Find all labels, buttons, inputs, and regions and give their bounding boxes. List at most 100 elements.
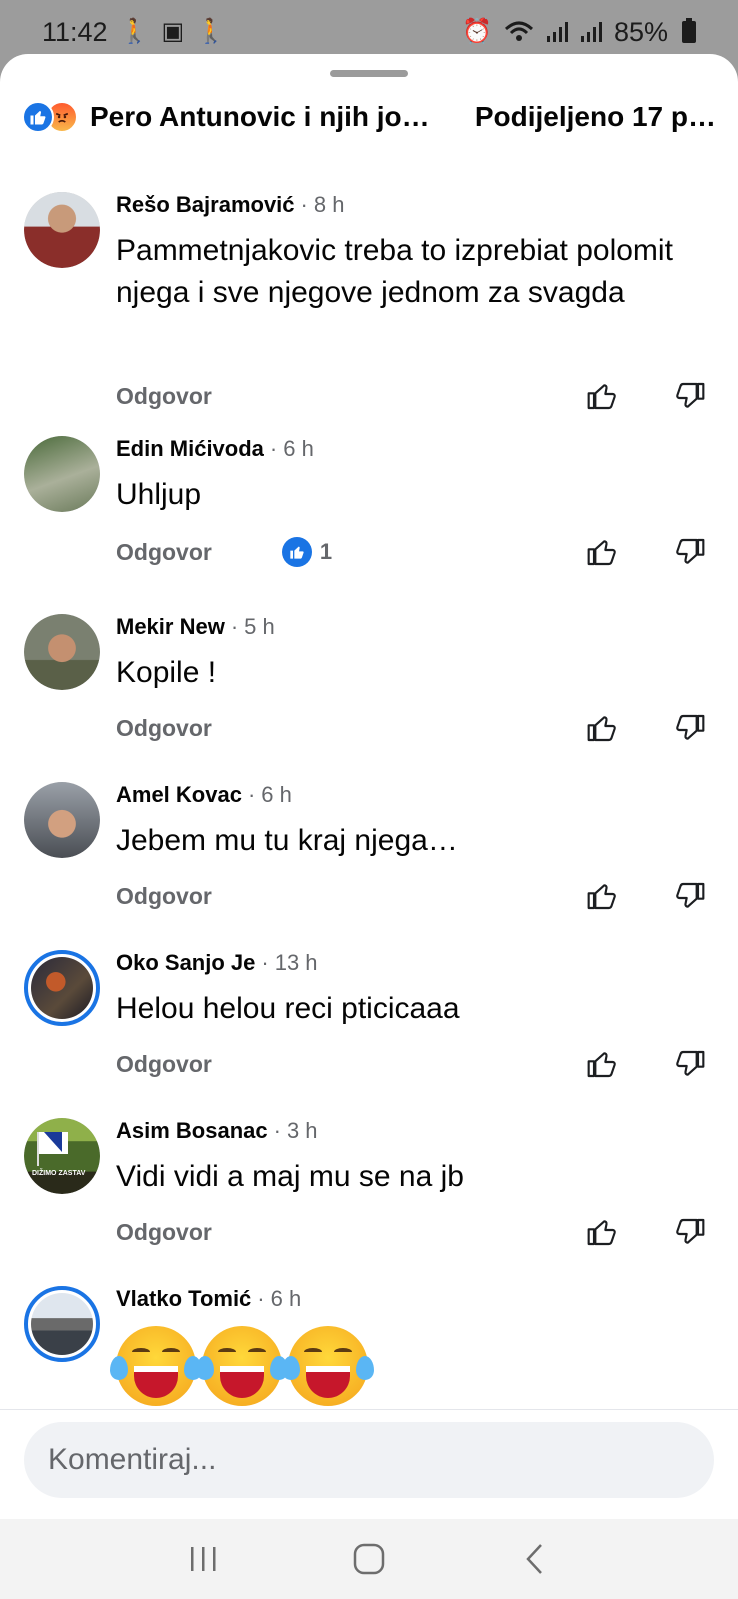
comment-text: Helou helou reci pticicaaa	[116, 992, 460, 1025]
upvote-icon[interactable]	[586, 1216, 618, 1248]
like-icon	[22, 101, 54, 133]
comment-time: 6 h	[270, 1286, 302, 1311]
comment-actions: Odgovor	[116, 710, 706, 746]
reactors-names[interactable]: Pero Antunovic i njih jo…	[90, 101, 430, 133]
upvote-icon[interactable]	[586, 880, 618, 912]
reply-button[interactable]: Odgovor	[116, 715, 212, 742]
upvote-icon[interactable]	[586, 536, 618, 568]
comment-time-dot: ·	[273, 1118, 281, 1143]
comment-input[interactable]: Komentiraj...	[24, 1422, 714, 1498]
avatar[interactable]	[24, 436, 100, 512]
image-icon: ▣	[161, 18, 185, 45]
comment-time: 8 h	[313, 192, 345, 217]
comment-actions: Odgovor	[116, 1214, 706, 1250]
home-icon[interactable]	[339, 1534, 399, 1584]
downvote-icon[interactable]	[674, 1216, 706, 1248]
downvote-icon[interactable]	[674, 1048, 706, 1080]
signal-icon	[580, 22, 602, 42]
comment-author[interactable]: Edin Mićivoda	[116, 436, 264, 462]
comment-time-dot: ·	[300, 192, 308, 217]
avatar[interactable]	[24, 192, 100, 268]
tears-of-joy-icon	[196, 1326, 288, 1406]
upvote-icon[interactable]	[586, 712, 618, 744]
vote-buttons	[586, 380, 706, 412]
avatar[interactable]	[24, 950, 100, 1026]
battery-icon	[682, 18, 696, 43]
comment-author[interactable]: Vlatko Tomić	[116, 1286, 251, 1312]
downvote-icon[interactable]	[674, 536, 706, 568]
alarm-icon: ⏰	[462, 18, 492, 45]
tears-of-joy-icon	[282, 1326, 374, 1406]
comment-time: 6 h	[261, 782, 292, 807]
reply-button[interactable]: Odgovor	[116, 539, 212, 566]
comment-header: Oko Sanjo Je · 13 h	[116, 950, 318, 976]
comment-text: Pammetnjakovic treba to izprebiat polomi…	[116, 234, 673, 309]
avatar[interactable]	[24, 614, 100, 690]
upvote-icon[interactable]	[586, 380, 618, 412]
comment-actions: Odgovor	[116, 878, 706, 914]
vote-buttons	[586, 712, 706, 744]
comment-author[interactable]: Mekir New	[116, 614, 225, 640]
comment-author[interactable]: Oko Sanjo Je	[116, 950, 255, 976]
comment-header: Rešo Bajramović · 8 h	[116, 192, 344, 218]
comment-header: Edin Mićivoda · 6 h	[116, 436, 314, 462]
comment-author[interactable]: Asim Bosanac	[116, 1118, 268, 1144]
downvote-icon[interactable]	[674, 712, 706, 744]
reply-button[interactable]: Odgovor	[116, 883, 212, 910]
walk-icon: 🚶	[196, 18, 227, 45]
comment-time: 5 h	[244, 614, 275, 639]
comment-header: Mekir New · 5 h	[116, 614, 275, 640]
like-icon	[281, 537, 312, 567]
avatar[interactable]	[24, 1286, 100, 1362]
battery-level: 85%	[613, 16, 668, 47]
comment-header: Amel Kovac · 6 h	[116, 782, 292, 808]
comment-actions: Odgovor 1	[116, 534, 706, 570]
comment-actions: Odgovor	[116, 378, 706, 414]
comments-sheet: Pero Antunovic i njih jo… Podijeljeno 17…	[0, 54, 738, 1599]
comment-text: Jebem mu tu kraj njega…	[116, 824, 458, 857]
comment-header: Vlatko Tomić · 6 h	[116, 1286, 301, 1312]
reactions-summary[interactable]: Pero Antunovic i njih jo… Podijeljeno 17…	[22, 94, 716, 140]
comment-author[interactable]: Amel Kovac	[116, 782, 242, 808]
comment-time-dot: ·	[261, 950, 269, 975]
walk-icon: 🚶	[119, 18, 150, 45]
flag-icon	[37, 1132, 68, 1166]
downvote-icon[interactable]	[674, 380, 706, 412]
reply-button[interactable]: Odgovor	[116, 383, 212, 410]
comment-time: 13 h	[274, 950, 318, 975]
comment-text: Uhljup	[116, 478, 202, 511]
drag-handle[interactable]	[330, 70, 408, 77]
comment-time: 3 h	[286, 1118, 318, 1143]
reply-button[interactable]: Odgovor	[116, 1051, 212, 1078]
avatar-caption: DIŽIMO ZASTAV	[32, 1170, 86, 1177]
vote-buttons	[586, 1216, 706, 1248]
comment-time: 6 h	[283, 436, 314, 461]
comment-time-dot: ·	[269, 436, 278, 461]
shares-count[interactable]: Podijeljeno 17 p…	[475, 101, 716, 133]
vote-buttons	[586, 880, 706, 912]
comment-author[interactable]: Rešo Bajramović	[116, 192, 295, 218]
wifi-icon	[504, 21, 533, 41]
avatar[interactable]	[24, 782, 100, 858]
comment-actions: Odgovor	[116, 1046, 706, 1082]
composer-bar: Komentiraj...	[0, 1409, 738, 1519]
recent-apps-icon[interactable]	[173, 1534, 233, 1584]
comment-time-dot: ·	[230, 614, 239, 639]
upvote-icon[interactable]	[586, 1048, 618, 1080]
comment-time-dot: ·	[247, 782, 256, 807]
avatar[interactable]: DIŽIMO ZASTAV	[24, 1118, 100, 1194]
reply-button[interactable]: Odgovor	[116, 1219, 212, 1246]
downvote-icon[interactable]	[674, 880, 706, 912]
comment-header: Asim Bosanac · 3 h	[116, 1118, 318, 1144]
comment-time-dot: ·	[257, 1286, 265, 1311]
status-left: 11:42 🚶 ▣ 🚶	[42, 17, 226, 48]
comment-emoji-text	[110, 1326, 374, 1406]
tears-of-joy-icon	[110, 1326, 202, 1406]
back-icon[interactable]	[505, 1534, 565, 1584]
status-right: ⏰ 85%	[462, 17, 696, 48]
comment-reactions[interactable]: 1	[281, 537, 333, 567]
vote-buttons	[586, 536, 706, 568]
comment-text: Kopile !	[116, 656, 217, 689]
reaction-count: 1	[319, 539, 333, 564]
comment-text: Vidi vidi a maj mu se na jb	[116, 1160, 464, 1193]
